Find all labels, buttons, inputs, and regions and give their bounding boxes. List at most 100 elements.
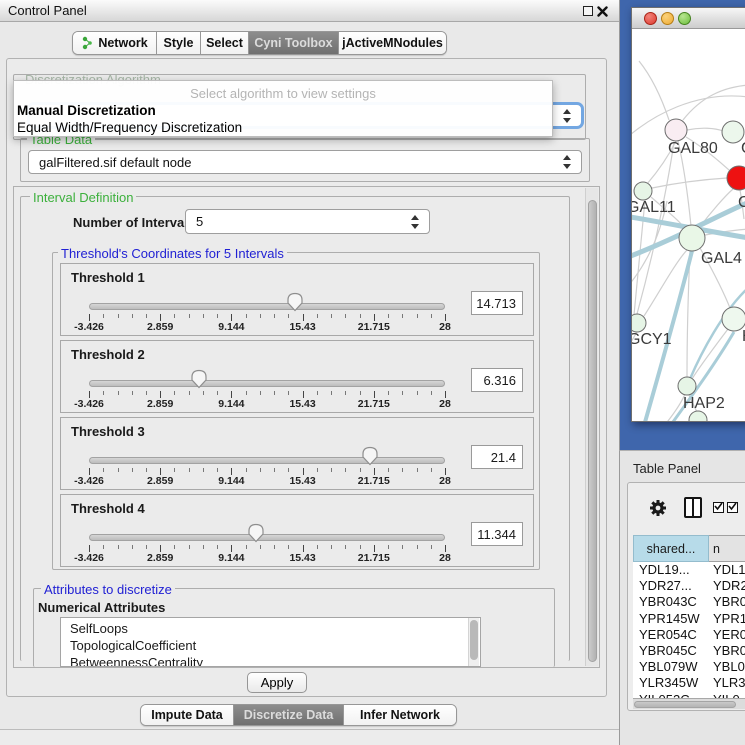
network-node-gal80[interactable]	[665, 119, 687, 141]
slider-tick	[89, 468, 90, 475]
maximize-traffic-light[interactable]	[678, 12, 691, 25]
tab-discretize-data[interactable]: Discretize Data	[234, 705, 344, 725]
slider-tick-label: 9.144	[218, 398, 244, 410]
threshold-slider-thumb[interactable]	[247, 523, 265, 543]
tab-style[interactable]: Style	[157, 32, 201, 54]
slider-tick-label: 21.715	[358, 398, 390, 410]
slider-tick	[231, 545, 232, 552]
network-node-gal11[interactable]	[634, 182, 652, 200]
tab-select[interactable]: Select	[201, 32, 249, 54]
bottom-tab-bar: Impute DataDiscretize DataInfer Network	[140, 704, 457, 726]
threshold-slider-track[interactable]	[89, 380, 445, 387]
table-row[interactable]: YBR045CYBR0	[633, 643, 745, 660]
network-view-window[interactable]: GAL80GACGAL11GAL4GCY1HHAP2	[631, 7, 745, 422]
table-column-header-name[interactable]: n	[709, 535, 745, 562]
attribute-list-item[interactable]: TopologicalCoefficient	[70, 638, 196, 653]
tab-label: Network	[98, 36, 147, 50]
apply-button[interactable]: Apply	[247, 672, 307, 693]
slider-tick-label: 9.144	[218, 321, 244, 333]
slider-tick	[260, 545, 261, 549]
threshold-slider-track[interactable]	[89, 457, 445, 464]
tab-label: Select	[206, 36, 243, 50]
gear-icon[interactable]	[648, 498, 668, 518]
threshold-slider-thumb[interactable]	[190, 369, 208, 389]
attribute-list-item[interactable]: BetweennessCentrality	[70, 655, 203, 667]
tab-jactivemnodules[interactable]: jActiveMNodules	[339, 32, 446, 54]
close-icon[interactable]	[597, 6, 608, 17]
algorithm-popup-item[interactable]: Equal Width/Frequency Discretization	[17, 120, 242, 135]
number-of-intervals-combo[interactable]: 5	[185, 209, 430, 234]
table-row[interactable]: YBR043CYBR0	[633, 594, 745, 611]
threshold-label: Threshold 3	[71, 424, 145, 439]
table-cell-shared-name: YLR345W	[639, 675, 698, 690]
network-node-gal4[interactable]	[679, 225, 705, 251]
table-row[interactable]: YDR27...YDR2	[633, 578, 745, 595]
minimize-traffic-light[interactable]	[661, 12, 674, 25]
slider-tick-label: 2.859	[147, 475, 173, 487]
threshold-panel-4: Threshold 4-3.4262.8599.14415.4321.71528…	[60, 494, 534, 567]
list-scrollbar-thumb[interactable]	[470, 620, 478, 660]
slider-tick	[246, 545, 247, 549]
network-node-gcy1[interactable]	[632, 314, 646, 332]
slider-tick-label: 9.144	[218, 552, 244, 564]
numerical-attributes-list[interactable]: SelfLoops TopologicalCoefficient Betweenne…	[60, 617, 481, 667]
table-horizontal-scrollbar-thumb[interactable]	[634, 701, 736, 708]
table-row[interactable]: YPR145WYPR1	[633, 611, 745, 628]
threshold-slider-track[interactable]	[89, 303, 445, 310]
vertical-scrollbar[interactable]	[585, 188, 598, 666]
attribute-list-item[interactable]: SelfLoops	[70, 621, 128, 636]
slider-tick	[103, 391, 104, 395]
slider-tick-label: 2.859	[147, 321, 173, 333]
vertical-scrollbar-thumb[interactable]	[588, 200, 597, 662]
slider-tick-label: -3.426	[74, 475, 104, 487]
tab-label: jActiveMNodules	[342, 36, 443, 50]
slider-tick	[445, 545, 446, 552]
network-node-c[interactable]	[727, 166, 745, 190]
tab-infer-network[interactable]: Infer Network	[344, 705, 456, 725]
table-rows[interactable]: YDL19...YDL1YDR27...YDR2YBR043CYBR0YPR14…	[633, 562, 745, 698]
table-horizontal-scrollbar[interactable]	[633, 698, 745, 709]
slider-tick	[189, 314, 190, 318]
tab-network[interactable]: Network	[73, 32, 157, 54]
table-data-combo[interactable]: galFiltered.sif default node	[28, 150, 582, 174]
slider-tick	[274, 468, 275, 472]
threshold-value-field[interactable]: 14.713	[471, 291, 523, 315]
threshold-value-field[interactable]: 6.316	[471, 368, 523, 392]
network-node-label: C	[738, 194, 745, 211]
tab-impute-data[interactable]: Impute Data	[141, 705, 234, 725]
checkbox-icon-2[interactable]	[727, 502, 738, 513]
column-layout-icon[interactable]	[684, 497, 702, 518]
table-row[interactable]: YBL079WYBL0	[633, 659, 745, 676]
slider-tick	[118, 468, 119, 472]
table-cell-name: YBL0	[713, 659, 745, 674]
slider-tick	[174, 314, 175, 318]
slider-tick	[118, 314, 119, 318]
algorithm-popup-item[interactable]: Manual Discretization	[17, 103, 156, 118]
network-node-hap2[interactable]	[678, 377, 696, 395]
slider-tick	[402, 391, 403, 395]
close-traffic-light[interactable]	[644, 12, 657, 25]
threshold-slider-thumb[interactable]	[286, 292, 304, 312]
number-of-intervals-label: Number of Intervals	[73, 215, 195, 230]
slider-tick-label: 21.715	[358, 475, 390, 487]
table-column-header-shared[interactable]: shared...	[633, 535, 709, 562]
threshold-value-field[interactable]: 21.4	[471, 445, 523, 469]
slider-tick	[303, 391, 304, 398]
network-node[interactable]	[689, 411, 707, 422]
threshold-panel-1: Threshold 1-3.4262.8599.14415.4321.71528…	[60, 263, 534, 336]
threshold-slider-thumb[interactable]	[361, 446, 379, 466]
slider-tick	[189, 545, 190, 549]
table-row[interactable]: YER054CYER0	[633, 627, 745, 644]
threshold-slider-track[interactable]	[89, 534, 445, 541]
tab-cyni-toolbox[interactable]: Cyni Toolbox	[249, 32, 339, 54]
slider-tick	[217, 468, 218, 472]
checkbox-icon-1[interactable]	[713, 502, 724, 513]
table-row[interactable]: YDL19...YDL1	[633, 562, 745, 579]
float-panel-icon[interactable]	[583, 6, 593, 16]
network-graph[interactable]: GAL80GACGAL11GAL4GCY1HHAP2	[632, 29, 745, 422]
slider-tick	[445, 391, 446, 398]
list-scrollbar[interactable]	[468, 618, 479, 666]
table-row[interactable]: YLR345WYLR3	[633, 675, 745, 692]
slider-tick	[331, 314, 332, 318]
threshold-value-field[interactable]: 11.344	[471, 522, 523, 546]
